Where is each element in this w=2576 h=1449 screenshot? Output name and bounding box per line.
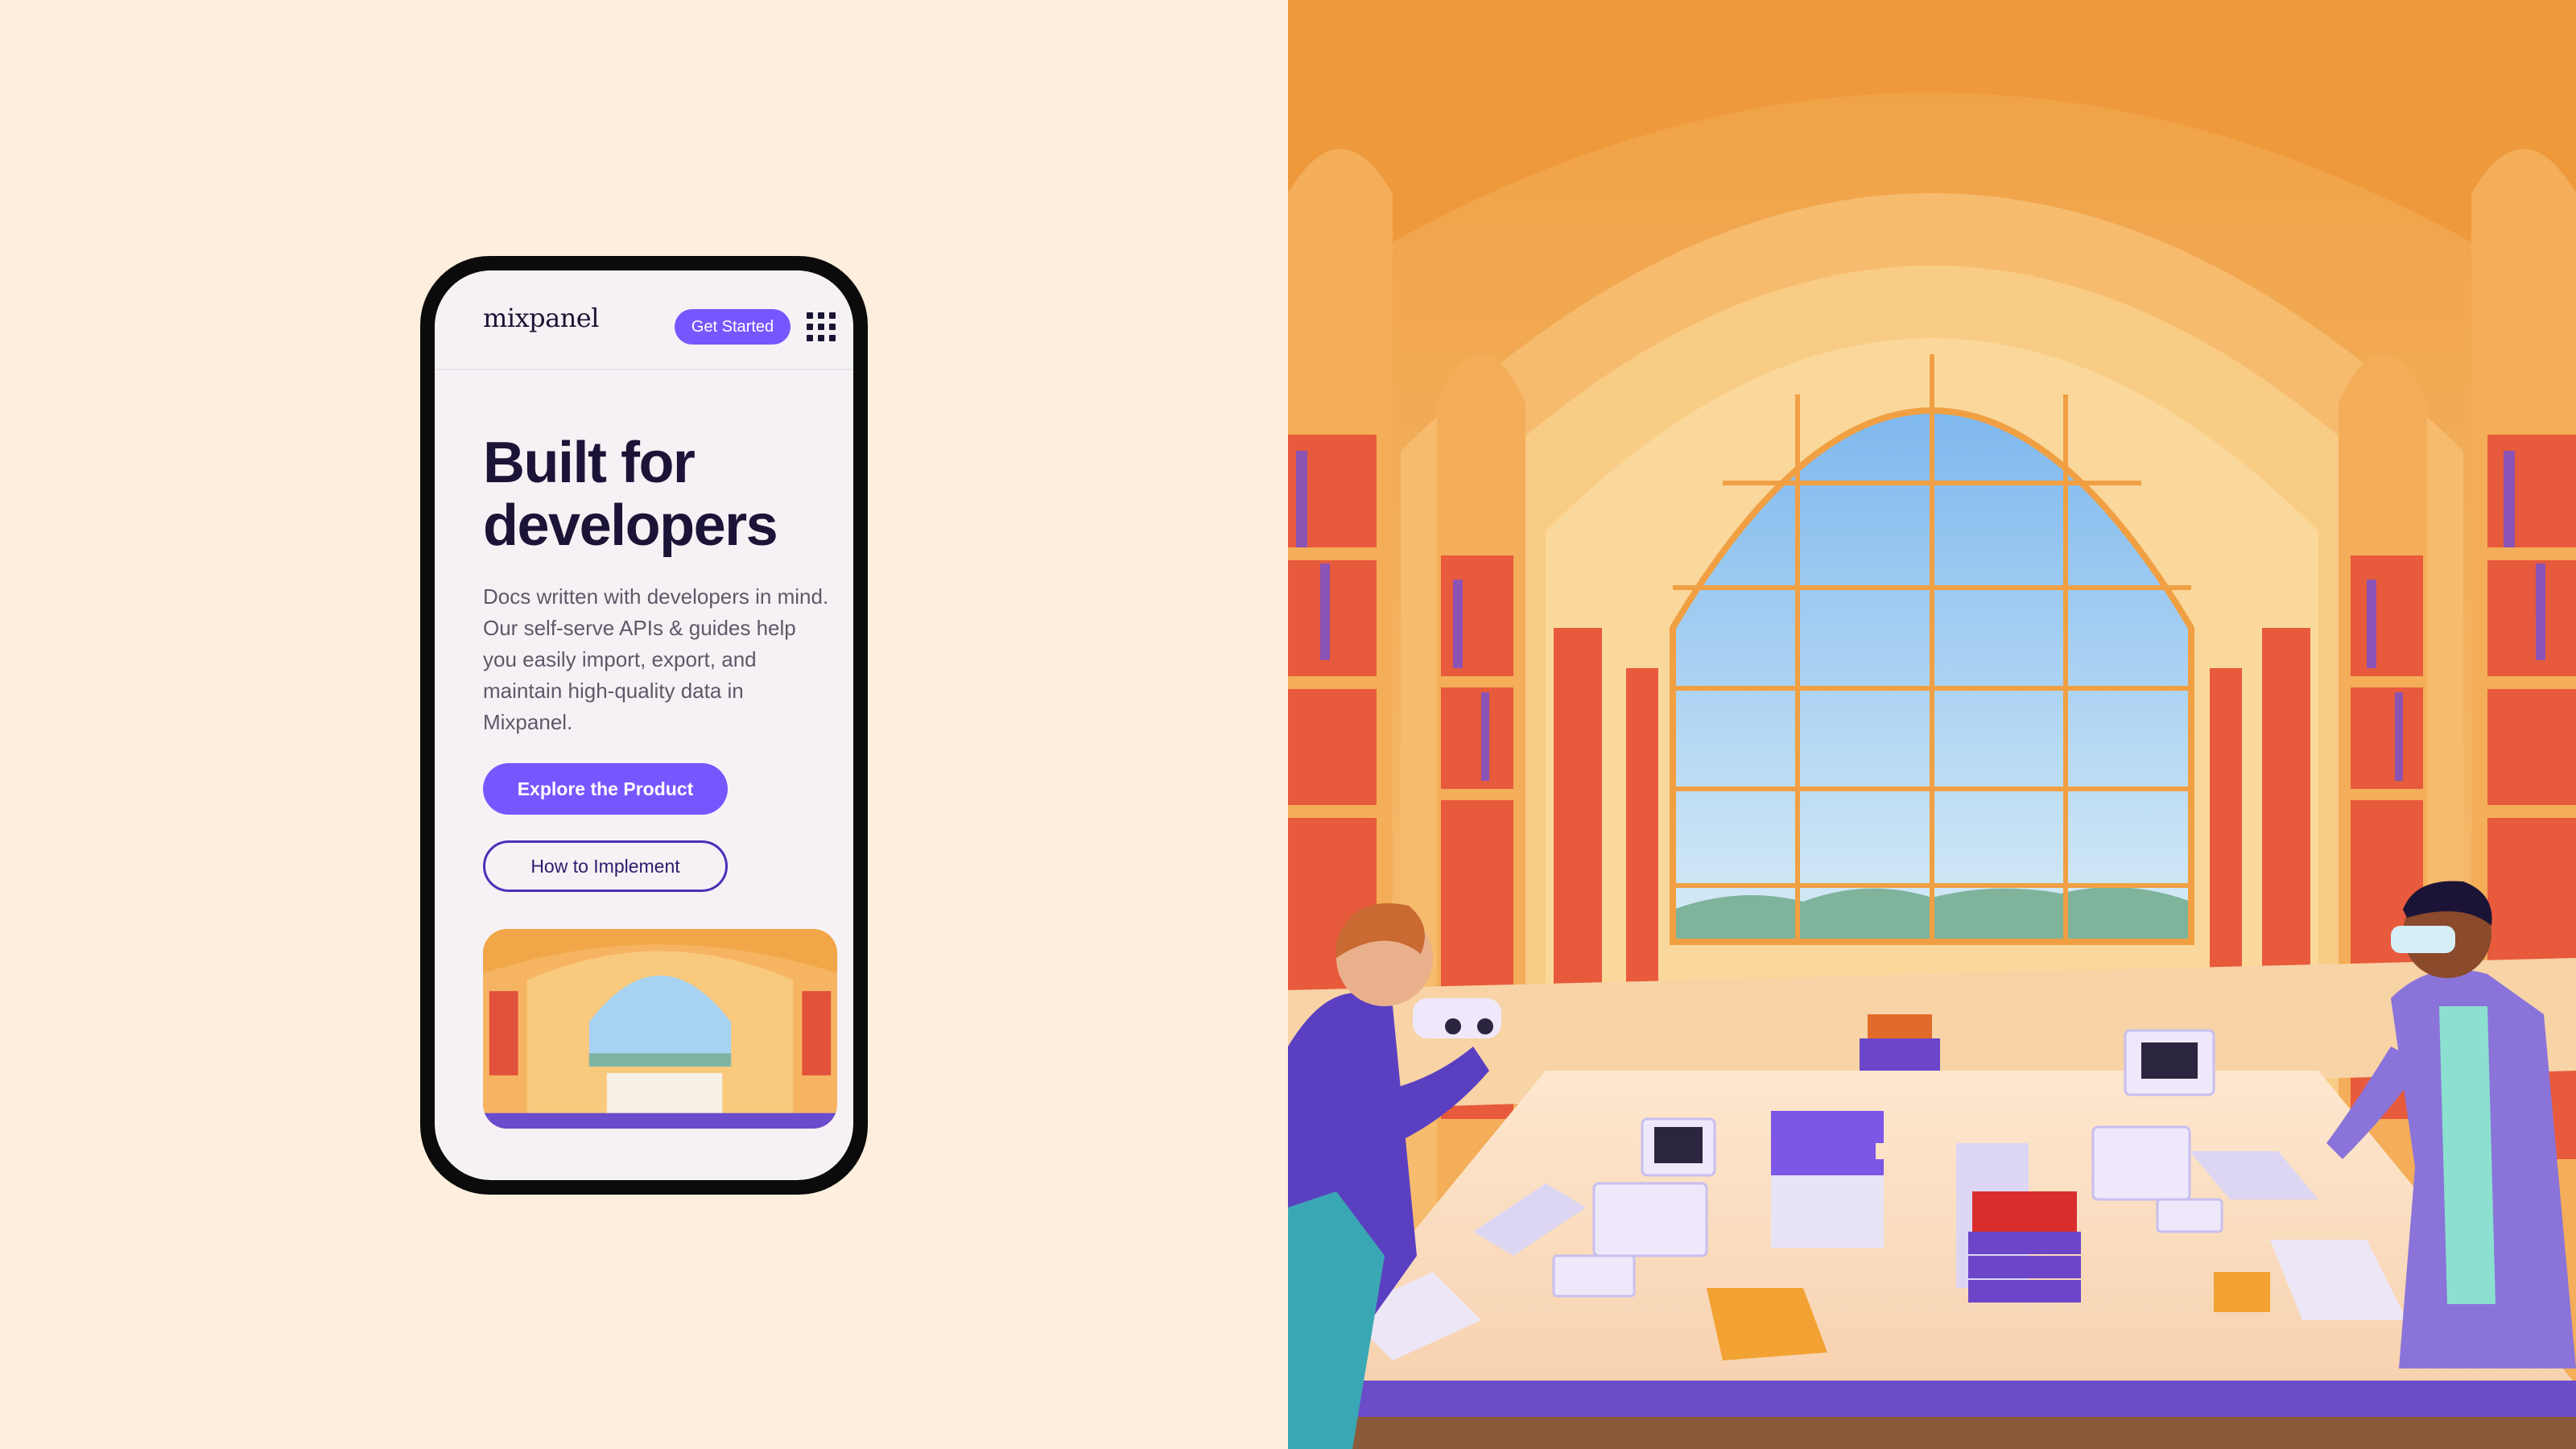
how-to-implement-button[interactable]: How to Implement [483,840,728,892]
left-panel: mixpanel Get Started Built for developer… [0,0,1288,1449]
page-title: Built for developers [483,431,837,557]
phone-screen: mixpanel Get Started Built for developer… [435,270,853,1180]
headline-line-1: Built for [483,431,696,495]
mixpanel-logo[interactable]: mixpanel [483,303,599,333]
get-started-button[interactable]: Get Started [675,309,791,345]
library-illustration [1288,0,2576,1449]
phone-mockup: mixpanel Get Started Built for developer… [420,256,868,1195]
mobile-header: mixpanel Get Started [435,270,853,370]
explore-product-button[interactable]: Explore the Product [483,763,728,815]
hero-description: Docs written with developers in mind. Ou… [483,584,829,734]
grid-menu-icon[interactable] [807,312,836,341]
headline-line-2: developers [483,493,778,558]
library-illustration-thumbnail [483,929,837,1129]
